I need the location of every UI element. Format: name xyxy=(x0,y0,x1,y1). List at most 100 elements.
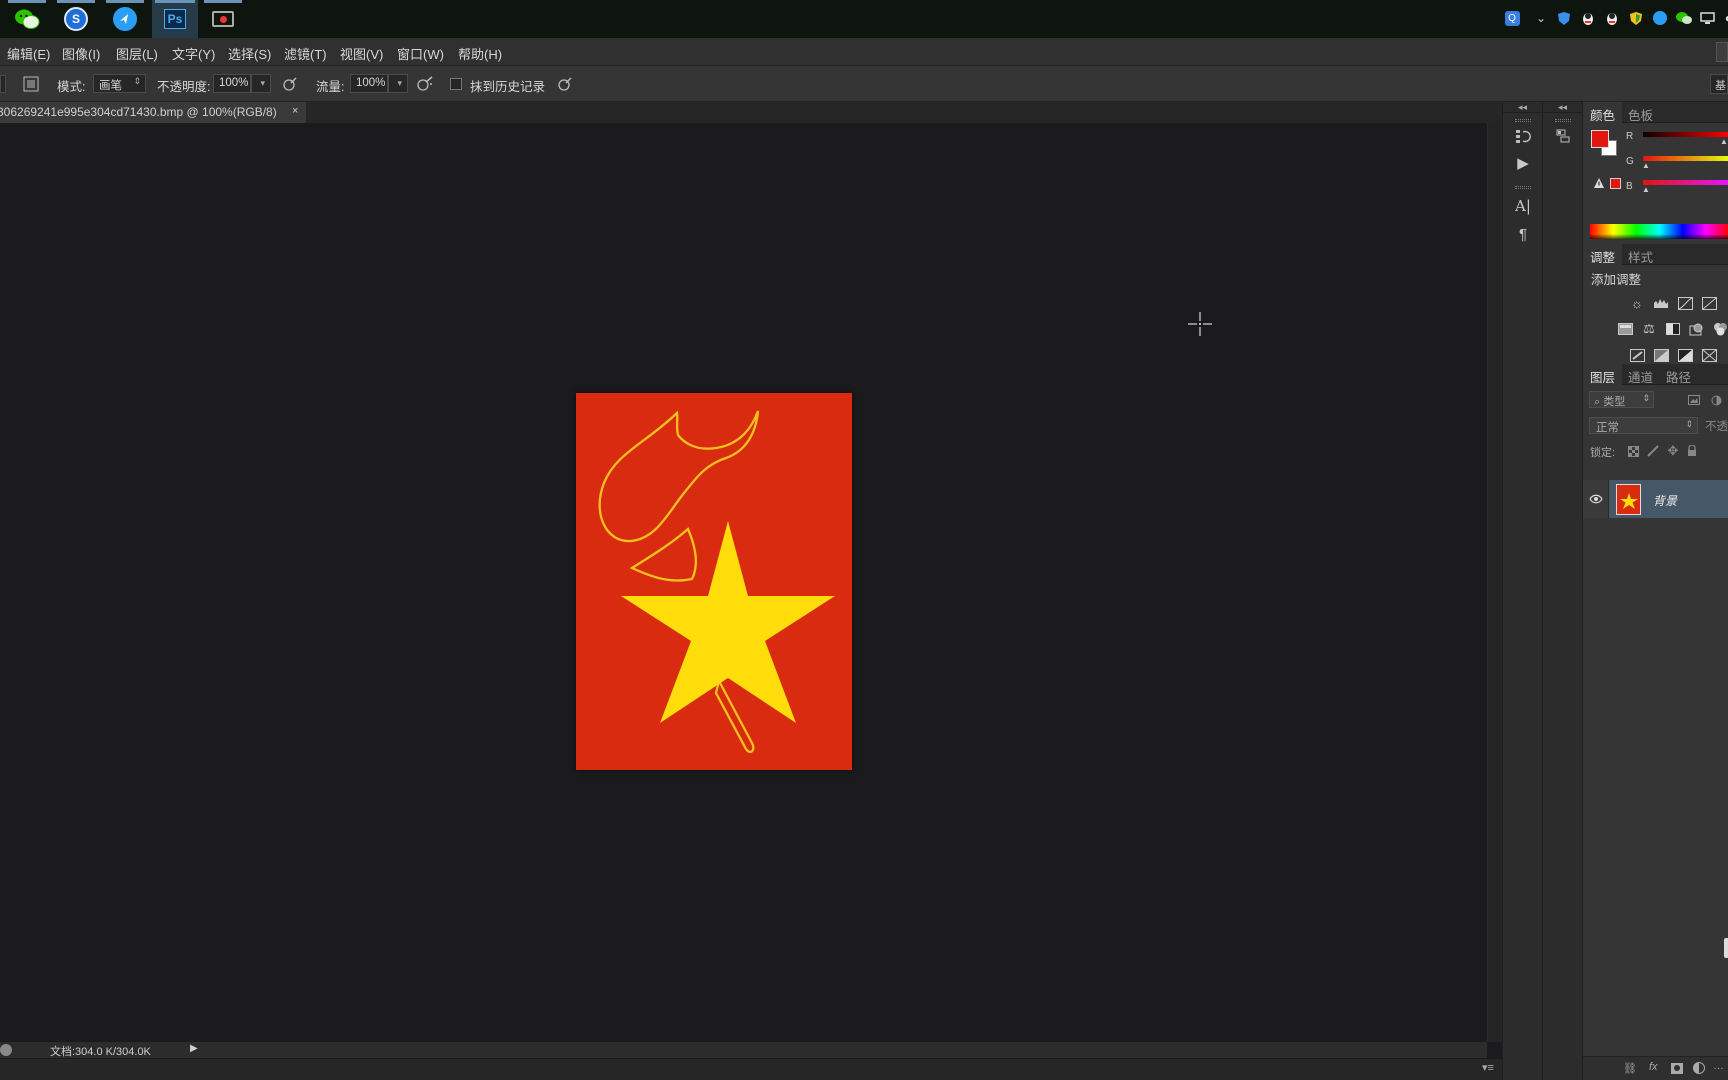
curves-icon[interactable] xyxy=(1676,295,1694,311)
monitor-tray-icon[interactable] xyxy=(1698,9,1716,27)
canvas-horizontal-scrollbar[interactable]: ▾≡ xyxy=(0,1058,1502,1080)
tab-adjustments[interactable]: 调整 xyxy=(1583,244,1623,265)
penguin-tray-icon-2[interactable] xyxy=(1603,9,1621,27)
tool-preset-picker[interactable] xyxy=(0,75,6,93)
actions-play-icon[interactable]: ▶ xyxy=(1513,153,1533,173)
taskbar-app-recorder[interactable] xyxy=(201,0,245,38)
filter-image-layers-icon[interactable] xyxy=(1685,392,1703,408)
wechat-tray-icon[interactable] xyxy=(1675,9,1693,27)
taskbar-app-bird[interactable] xyxy=(103,0,147,38)
channel-mixer-icon[interactable] xyxy=(1711,321,1728,337)
new-adjustment-layer-icon[interactable] xyxy=(1693,1062,1705,1074)
green-slider[interactable] xyxy=(1643,156,1728,161)
blue-slider-thumb[interactable]: ▲ xyxy=(1642,185,1650,194)
tab-paths[interactable]: 路径 xyxy=(1659,364,1698,385)
panel-menu-icon[interactable]: ▾≡ xyxy=(1482,1061,1494,1074)
tab-styles[interactable]: 样式 xyxy=(1621,244,1660,265)
levels-icon[interactable] xyxy=(1652,295,1670,311)
blend-mode-select[interactable]: 正常 ⇕ xyxy=(1589,417,1698,434)
tab-color[interactable]: 颜色 xyxy=(1583,102,1623,123)
vibrance-icon[interactable] xyxy=(1616,321,1634,337)
eye-visibility-icon[interactable] xyxy=(1589,493,1603,507)
document-image[interactable] xyxy=(576,393,852,770)
menu-layer[interactable]: 图层(L) xyxy=(116,44,158,63)
canvas-vertical-scrollbar[interactable] xyxy=(1487,123,1502,1042)
menu-help[interactable]: 帮助(H) xyxy=(458,44,502,63)
bird-tray-icon[interactable] xyxy=(1651,9,1669,27)
brush-panel-toggle-icon[interactable] xyxy=(20,73,42,95)
add-mask-icon[interactable] xyxy=(1671,1063,1683,1074)
opacity-input[interactable]: 100% xyxy=(213,74,251,93)
window-control-button[interactable] xyxy=(1716,42,1728,62)
menu-window[interactable]: 窗口(W) xyxy=(397,44,444,63)
qq-browser-tray-icon[interactable]: Q xyxy=(1503,9,1521,27)
posterize-icon[interactable] xyxy=(1652,347,1670,363)
layers-panel-tabs: 图层 通道 路径 xyxy=(1583,364,1728,385)
penguin-tray-icon[interactable] xyxy=(1579,9,1597,27)
close-tab-icon[interactable]: × xyxy=(292,105,298,117)
exposure-icon[interactable] xyxy=(1700,295,1718,311)
color-balance-icon[interactable]: ⚖ xyxy=(1640,321,1658,337)
green-slider-thumb[interactable]: ▲ xyxy=(1642,161,1650,170)
menu-image[interactable]: 图像(I) xyxy=(62,44,100,63)
history-panel-icon[interactable] xyxy=(1513,126,1533,146)
workspace-switcher[interactable]: 基 xyxy=(1710,74,1728,94)
red-slider-thumb[interactable]: ▲ xyxy=(1720,137,1728,146)
pressure-size-icon[interactable] xyxy=(554,73,576,95)
selective-color-icon[interactable] xyxy=(1700,347,1718,363)
color-spectrum-bar[interactable] xyxy=(1590,224,1728,239)
taskbar-app-wechat[interactable] xyxy=(5,0,49,38)
document-tab[interactable]: 306269241e995e304cd71430.bmp @ 100%(RGB/… xyxy=(0,102,306,123)
red-slider[interactable] xyxy=(1643,132,1728,137)
shield-tray-icon[interactable] xyxy=(1555,9,1573,27)
chevron-down-icon[interactable]: ⌄ xyxy=(1532,9,1550,27)
photo-filter-icon[interactable] xyxy=(1687,321,1705,337)
status-menu-icon[interactable] xyxy=(0,1044,12,1056)
tab-layers[interactable]: 图层 xyxy=(1583,364,1623,385)
gamut-color-swatch[interactable] xyxy=(1610,178,1621,189)
foreground-color-swatch[interactable] xyxy=(1591,130,1609,148)
invert-icon[interactable] xyxy=(1628,347,1646,363)
paragraph-panel-icon[interactable]: ¶ xyxy=(1513,224,1533,244)
taskbar-app-photoshop[interactable]: Ps xyxy=(152,0,198,38)
layer-effects-icon[interactable]: fx xyxy=(1649,1061,1658,1073)
security-tray-icon[interactable] xyxy=(1627,9,1645,27)
link-layers-icon[interactable]: ⛓ xyxy=(1623,1062,1637,1075)
brightness-icon[interactable]: ☼ xyxy=(1628,295,1646,311)
expand-panels-icon[interactable]: ◂◂ xyxy=(1503,102,1542,113)
lock-image-pixels-icon[interactable] xyxy=(1644,443,1662,459)
out-of-gamut-warning-icon[interactable] xyxy=(1593,177,1605,189)
menu-edit[interactable]: 编辑(E) xyxy=(7,44,50,63)
more-icon[interactable]: … xyxy=(1713,1060,1724,1072)
erase-to-history-checkbox[interactable] xyxy=(450,78,462,90)
panel-resize-handle[interactable] xyxy=(1724,938,1728,958)
black-white-icon[interactable] xyxy=(1664,321,1682,337)
airbrush-icon[interactable] xyxy=(414,73,436,95)
tab-channels[interactable]: 通道 xyxy=(1621,364,1660,385)
menu-filter[interactable]: 滤镜(T) xyxy=(284,44,327,63)
tab-swatches[interactable]: 色板 xyxy=(1621,102,1660,123)
menu-select[interactable]: 选择(S) xyxy=(228,44,271,63)
flow-input[interactable]: 100% xyxy=(350,74,388,93)
layer-row-background[interactable]: 背景 xyxy=(1583,480,1728,518)
menu-view[interactable]: 视图(V) xyxy=(340,44,383,63)
layer-filter-select[interactable]: ⌕ 类型 ⇕ xyxy=(1589,391,1654,408)
lock-transparent-pixels-icon[interactable] xyxy=(1624,443,1642,459)
flow-dropdown[interactable]: ▾ xyxy=(388,74,408,93)
pressure-opacity-icon[interactable] xyxy=(279,73,301,95)
color-swatches[interactable] xyxy=(1591,130,1621,160)
character-panel-icon[interactable]: A| xyxy=(1513,196,1533,216)
volume-tray-icon[interactable]: ◖ xyxy=(1718,9,1728,27)
threshold-icon[interactable] xyxy=(1676,347,1694,363)
taskbar-app-sogou[interactable]: S xyxy=(54,0,98,38)
status-expand-arrow-icon[interactable]: ▶ xyxy=(190,1043,198,1054)
expand-panels-icon[interactable]: ◂◂ xyxy=(1543,102,1582,113)
mode-select[interactable]: 画笔 ⇕ xyxy=(93,74,146,93)
properties-panel-icon[interactable] xyxy=(1553,126,1573,146)
blue-slider[interactable] xyxy=(1643,180,1728,185)
filter-adjustment-layers-icon[interactable] xyxy=(1707,392,1725,408)
opacity-dropdown[interactable]: ▾ xyxy=(251,74,271,93)
menu-type[interactable]: 文字(Y) xyxy=(172,44,215,63)
lock-all-icon[interactable] xyxy=(1683,443,1701,459)
lock-position-icon[interactable]: ✥ xyxy=(1664,443,1682,459)
